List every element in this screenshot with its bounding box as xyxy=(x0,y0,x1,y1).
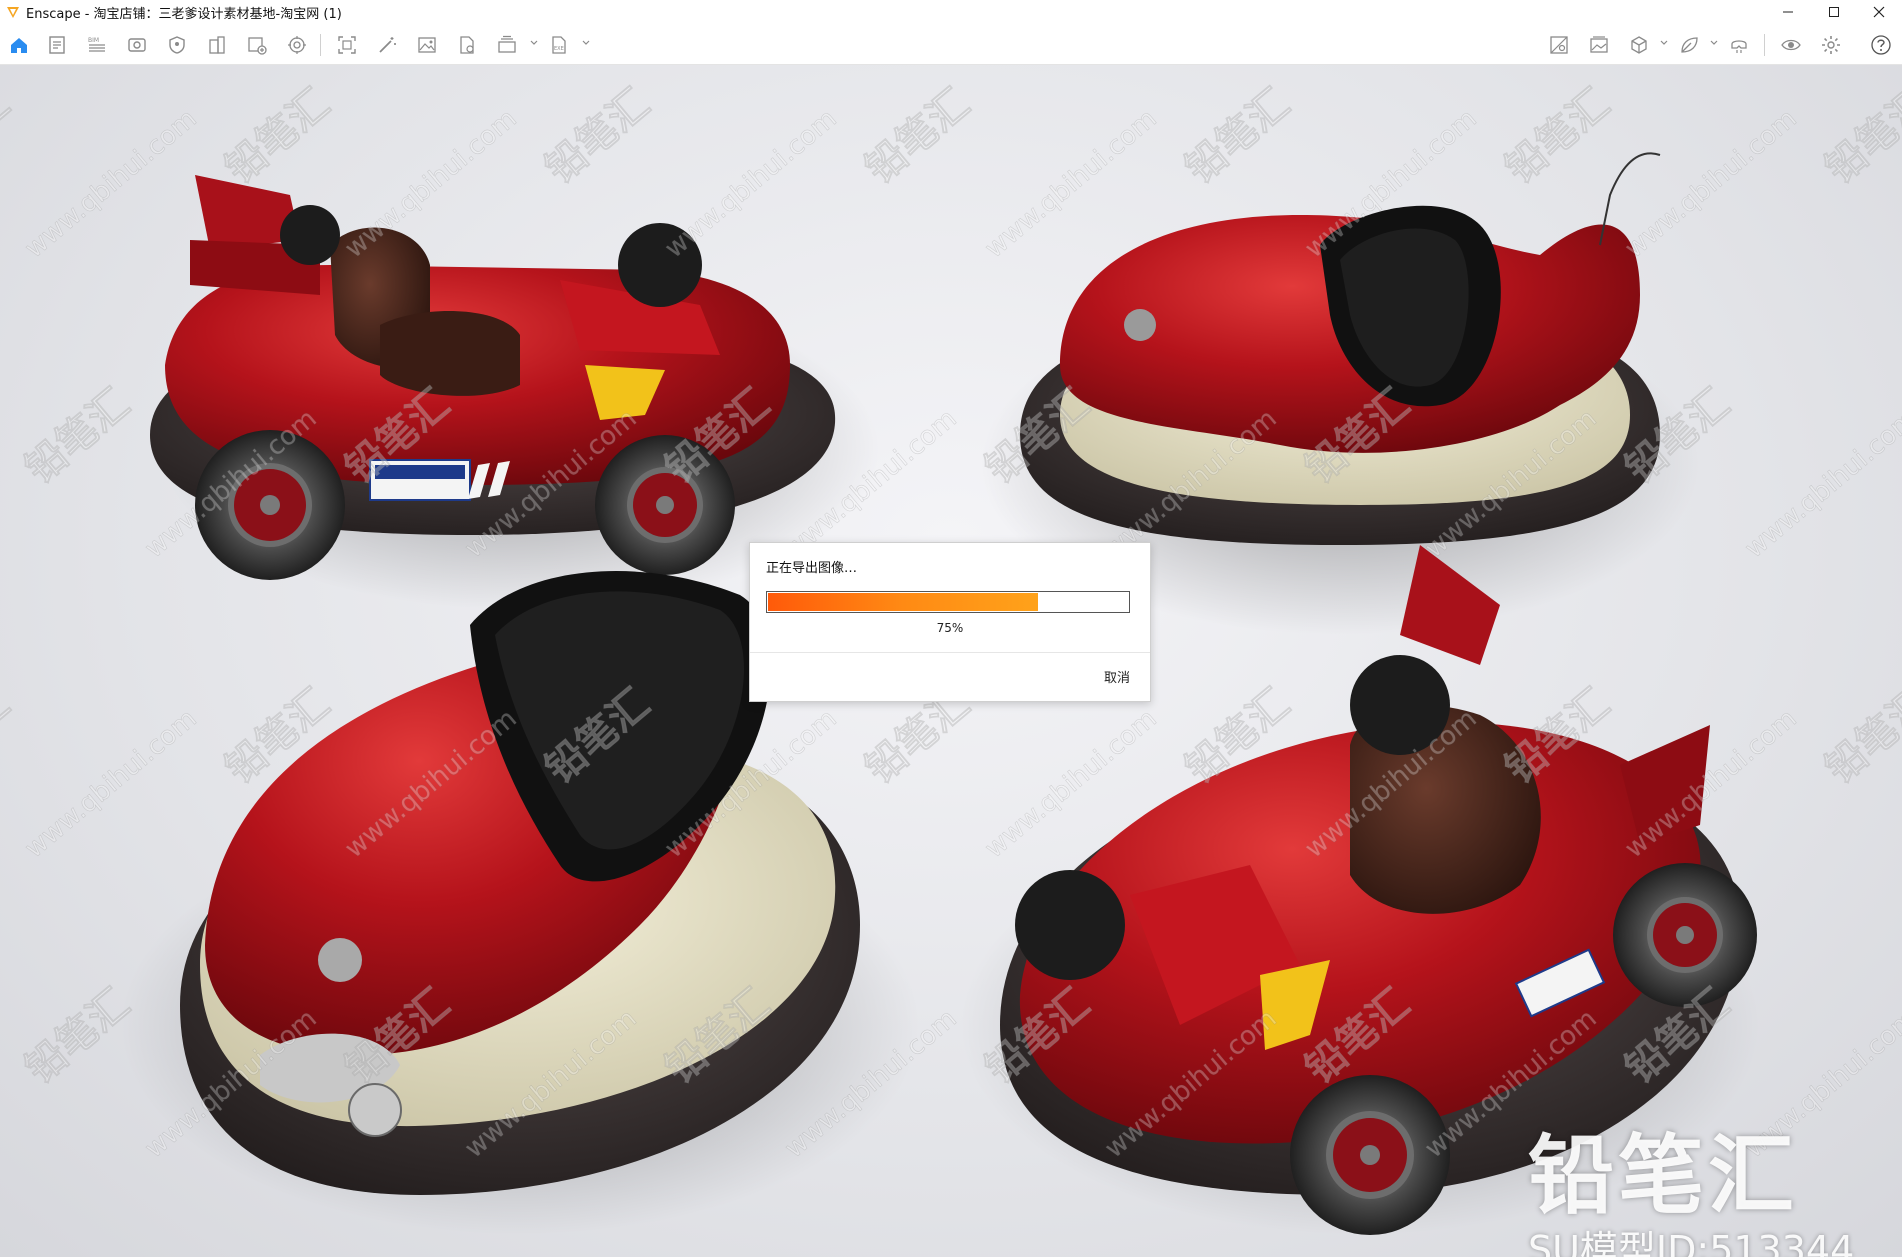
enscape-logo-icon xyxy=(7,7,19,18)
model-id-label: SU模型ID:513344 xyxy=(1528,1228,1855,1257)
frame-button[interactable] xyxy=(334,32,360,58)
dialog-divider xyxy=(750,652,1150,653)
add-view-button[interactable] xyxy=(244,32,270,58)
minimize-icon xyxy=(1783,11,1793,13)
bim-icon: BIM xyxy=(88,37,105,52)
document-button[interactable] xyxy=(44,32,70,58)
file-export-button[interactable] xyxy=(454,32,480,58)
building-button[interactable] xyxy=(204,32,230,58)
batch-render-button[interactable] xyxy=(494,32,520,58)
minimize-button[interactable] xyxy=(1765,0,1811,24)
close-icon xyxy=(1873,6,1885,18)
vr-button[interactable] xyxy=(1726,32,1752,58)
add-view-icon xyxy=(248,37,267,55)
svg-text:EXE: EXE xyxy=(554,46,564,52)
gallery-button[interactable] xyxy=(1586,32,1612,58)
settings-icon xyxy=(1822,36,1840,54)
title-bar: Enscape - 淘宝店铺：三老爹设计素材基地-淘宝网 (1) xyxy=(0,0,1902,24)
home-icon xyxy=(11,38,27,53)
window-title: Enscape - 淘宝店铺：三老爹设计素材基地-淘宝网 (1) xyxy=(26,7,342,22)
close-button[interactable] xyxy=(1856,0,1902,24)
file-export-icon xyxy=(460,36,474,54)
shield-button[interactable] xyxy=(164,32,190,58)
gallery-icon xyxy=(1590,36,1608,53)
atmosphere-button[interactable] xyxy=(284,32,310,58)
building-icon xyxy=(209,36,225,54)
dialog-title: 正在导出图像… xyxy=(766,561,858,576)
image-icon xyxy=(418,37,436,53)
cube-icon xyxy=(1631,36,1647,54)
material-button[interactable] xyxy=(1676,32,1702,58)
view-button[interactable] xyxy=(124,32,150,58)
document-icon xyxy=(49,36,65,54)
progress-fill xyxy=(768,593,1038,611)
cancel-button[interactable]: 取消 xyxy=(1100,665,1134,688)
exe-icon: EXE xyxy=(552,36,566,54)
brand-watermark: 铅笔汇 xyxy=(1528,1126,1798,1226)
atmosphere-icon xyxy=(288,36,306,54)
magic-wand-button[interactable] xyxy=(374,32,400,58)
image-placeholder-button[interactable] xyxy=(1546,32,1572,58)
toolbar-separator xyxy=(320,34,321,56)
help-button[interactable] xyxy=(1868,32,1894,58)
vr-icon xyxy=(1731,40,1747,53)
shield-icon xyxy=(169,36,185,54)
maximize-icon xyxy=(1829,7,1839,17)
home-button[interactable] xyxy=(6,32,32,58)
bim-button[interactable]: BIM xyxy=(84,32,110,58)
exe-export-button[interactable]: EXE xyxy=(546,32,572,58)
visual-settings-button[interactable] xyxy=(1778,32,1804,58)
frame-icon xyxy=(338,36,356,54)
chevron-down-icon[interactable] xyxy=(1659,38,1669,48)
maximize-button[interactable] xyxy=(1811,0,1857,24)
chevron-down-icon[interactable] xyxy=(529,38,539,48)
help-icon xyxy=(1871,35,1891,55)
screenshot-button[interactable] xyxy=(414,32,440,58)
main-toolbar: BIM EXE xyxy=(0,24,1902,86)
toolbar-separator xyxy=(1764,34,1765,56)
chevron-down-icon[interactable] xyxy=(1709,38,1719,48)
leaf-icon xyxy=(1681,37,1698,53)
svg-text:BIM: BIM xyxy=(88,37,99,44)
progress-bar xyxy=(766,591,1130,613)
batch-icon xyxy=(498,35,516,53)
progress-percent: 75% xyxy=(936,621,964,635)
export-progress-dialog: 正在导出图像… 75% 取消 xyxy=(749,542,1151,702)
chevron-down-icon[interactable] xyxy=(581,38,591,48)
image-placeholder-icon xyxy=(1550,36,1568,54)
visibility-icon xyxy=(1781,39,1801,51)
magic-wand-icon xyxy=(379,37,396,53)
settings-button[interactable] xyxy=(1818,32,1844,58)
eye-icon xyxy=(128,38,146,52)
asset-library-button[interactable] xyxy=(1626,32,1652,58)
